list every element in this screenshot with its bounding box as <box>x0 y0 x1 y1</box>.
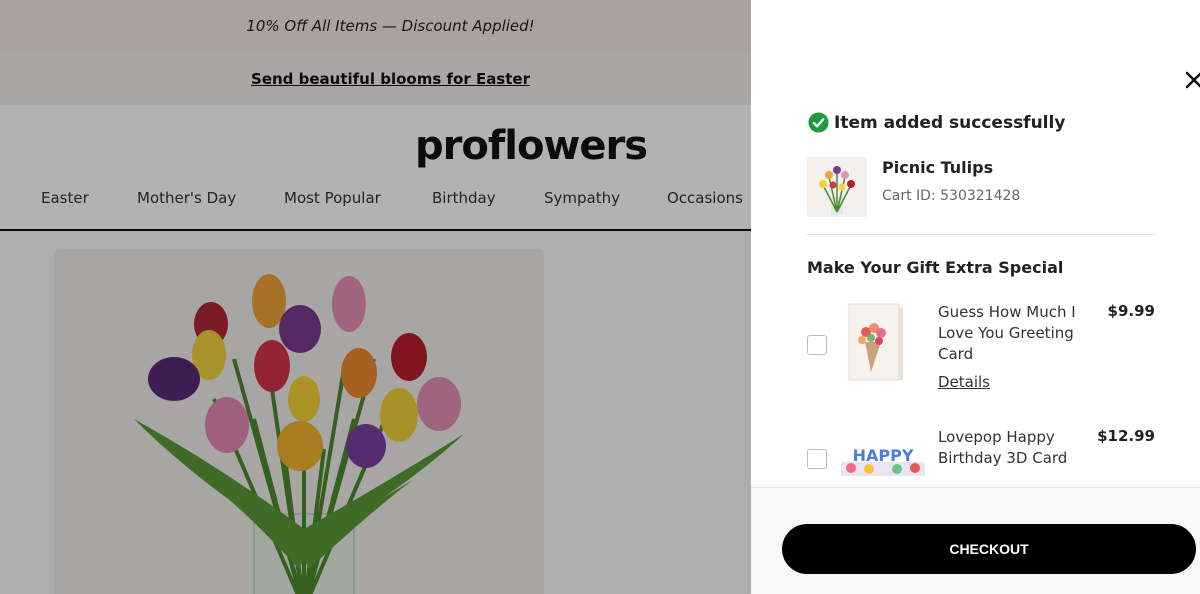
check-circle-icon <box>808 112 829 133</box>
addon-price: $9.99 <box>1107 302 1155 320</box>
addon-item: HAPPY Lovepop Happy Birthday 3D Card $12… <box>807 426 1157 487</box>
divider <box>807 234 1155 235</box>
addon-price: $12.99 <box>1097 427 1155 445</box>
addon-name: Guess How Much I Love You Greeting Card <box>938 303 1076 363</box>
cart-drawer: Item added successfully Picnic Tulips Ca… <box>751 0 1200 594</box>
greeting-card-image <box>848 303 903 381</box>
checkout-button[interactable]: CHECKOUT <box>782 524 1196 574</box>
addon-name: Lovepop Happy Birthday 3D Card <box>938 428 1068 467</box>
addons-section-title: Make Your Gift Extra Special <box>807 258 1064 277</box>
cart-item-name: Picnic Tulips <box>882 158 994 177</box>
addon-checkbox[interactable] <box>807 335 827 355</box>
addon-checkbox[interactable] <box>807 449 827 469</box>
lovepop-card-lettering: HAPPY <box>853 446 914 465</box>
tulip-thumbnail-image <box>819 166 855 215</box>
addon-item: Guess How Much I Love You Greeting Card … <box>807 300 1157 400</box>
addon-details-link[interactable]: Details <box>938 373 990 391</box>
drawer-footer: CHECKOUT <box>751 487 1200 594</box>
lovepop-card-thumbnail: HAPPY <box>841 436 925 476</box>
lovepop-card-image: HAPPY <box>841 446 925 476</box>
cart-item-thumbnail <box>807 157 867 217</box>
close-button[interactable] <box>1184 70 1200 90</box>
greeting-card-thumbnail <box>841 302 925 384</box>
close-icon <box>1185 71 1200 89</box>
cart-id: Cart ID: 530321428 <box>882 188 1021 204</box>
background-page: 10% Off All Items — Discount Applied! Se… <box>0 0 751 594</box>
success-text: Item added successfully <box>834 112 1066 133</box>
success-message: Item added successfully <box>808 112 1065 133</box>
dim-overlay[interactable] <box>0 0 751 594</box>
